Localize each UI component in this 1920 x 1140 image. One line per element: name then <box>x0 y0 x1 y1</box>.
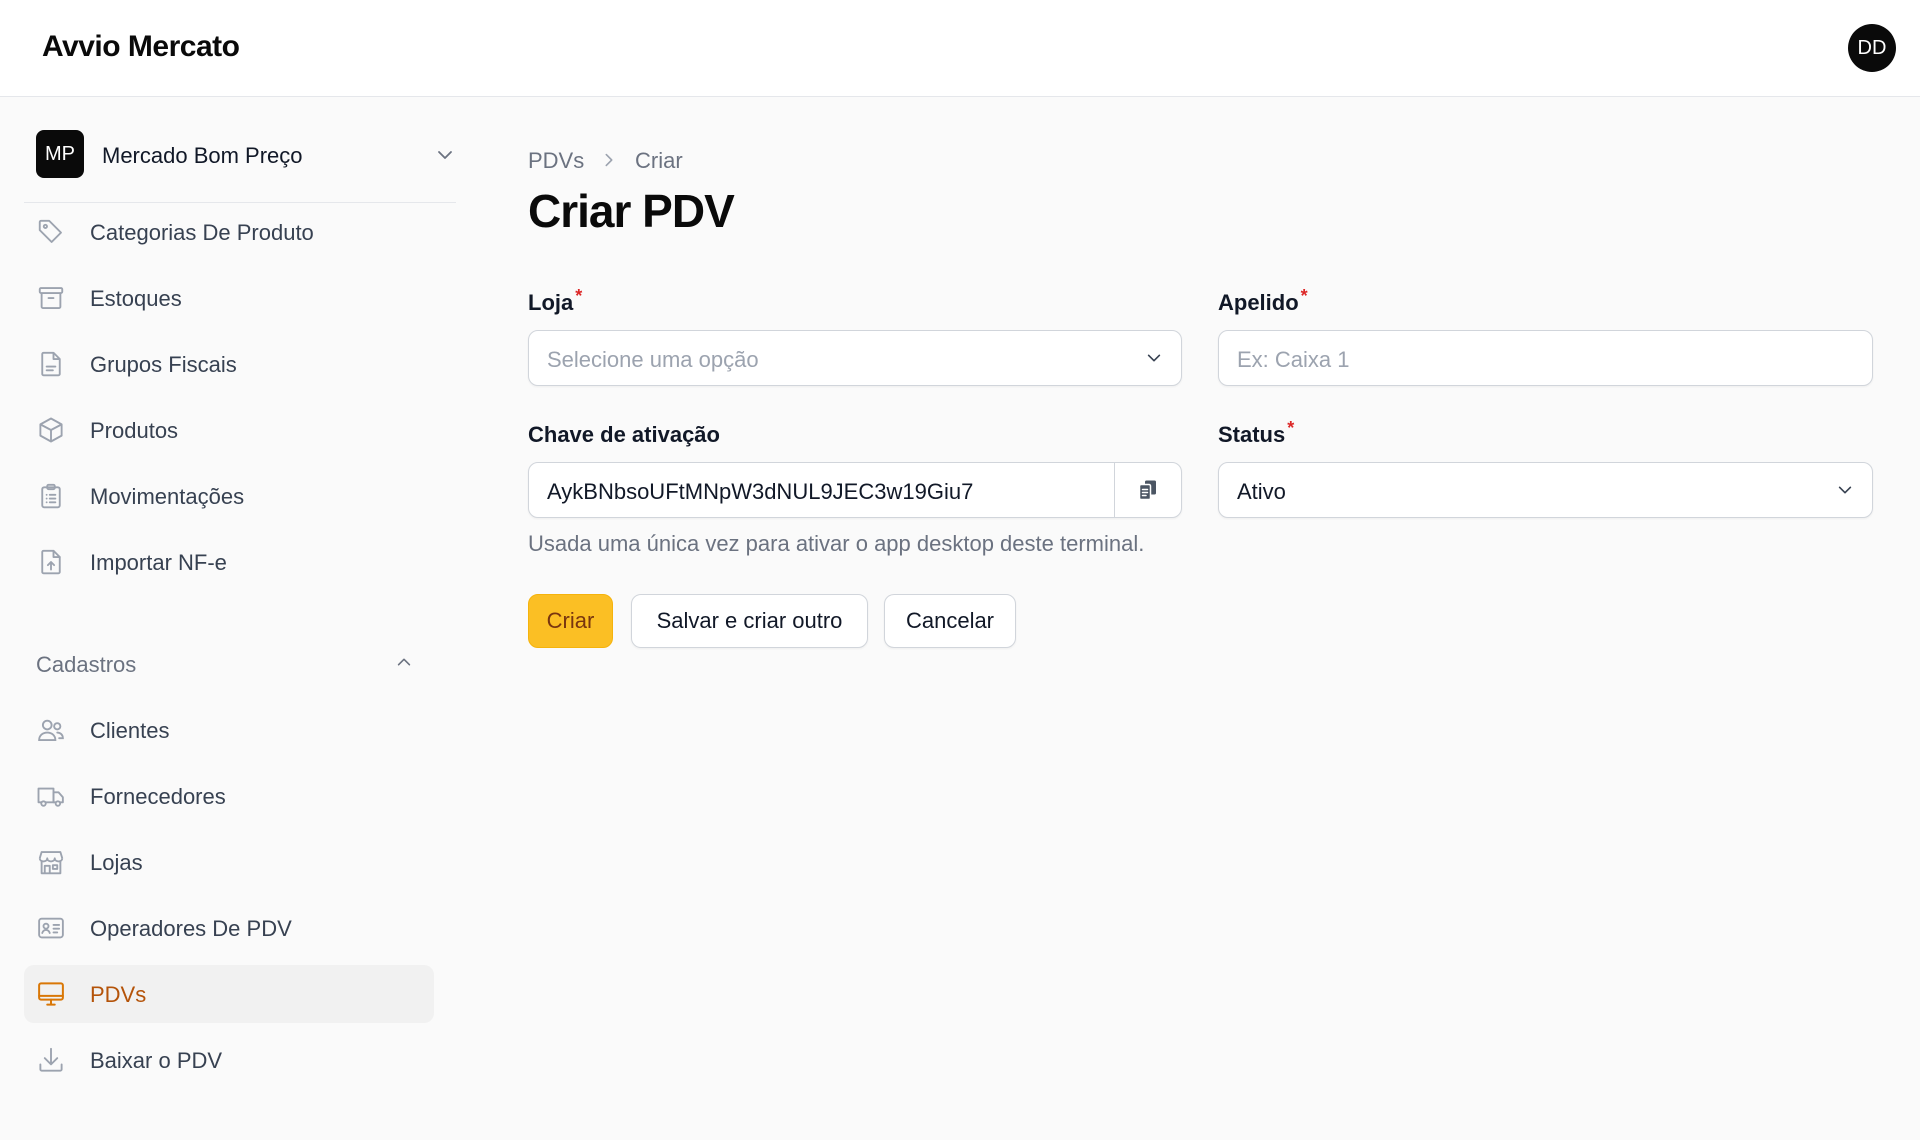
chevron-down-icon <box>1145 349 1163 367</box>
sidebar-group-label: Cadastros <box>36 652 137 677</box>
cancel-button[interactable]: Cancelar <box>884 594 1016 648</box>
status-select-value: Ativo <box>1237 479 1286 504</box>
sidebar-item-label: Produtos <box>90 418 179 443</box>
apelido-label: Apelido * <box>1218 286 1308 316</box>
page-title: Criar PDV <box>528 185 735 237</box>
sidebar-item-label: PDVs <box>90 982 147 1007</box>
required-mark: * <box>1300 286 1308 306</box>
sidebar-item-label: Fornecedores <box>90 784 226 809</box>
save-and-create-another-button[interactable]: Salvar e criar outro <box>631 594 868 648</box>
storefront-icon <box>36 847 66 877</box>
breadcrumb-current: Criar <box>635 148 683 173</box>
copy-button[interactable] <box>1115 463 1181 517</box>
users-icon <box>36 715 66 745</box>
sidebar-item-estoques[interactable]: Estoques <box>24 269 434 327</box>
chevron-down-icon <box>1836 481 1854 499</box>
id-card-icon <box>36 913 66 943</box>
sidebar-item-label: Movimentações <box>90 484 245 509</box>
sidebar-item-label: Baixar o PDV <box>90 1048 223 1073</box>
create-button[interactable]: Criar <box>528 594 613 648</box>
cube-icon <box>36 415 66 445</box>
sidebar-item-lojas[interactable]: Lojas <box>24 833 434 891</box>
sidebar-item-label: Operadores De PDV <box>90 916 292 941</box>
document-upload-icon <box>36 547 66 577</box>
sidebar: MP Mercado Bom Preço Categorias De Produ… <box>0 97 460 1140</box>
chevron-right-icon <box>600 151 618 169</box>
sidebar-item-label: Clientes <box>90 718 170 743</box>
monitor-icon <box>36 979 66 1009</box>
loja-select-placeholder: Selecione uma opção <box>547 347 759 372</box>
breadcrumb-link-pdvs[interactable]: PDVs <box>528 148 584 174</box>
sidebar-item-label: Grupos Fiscais <box>90 352 237 377</box>
apelido-input-placeholder: Ex: Caixa 1 <box>1237 347 1350 372</box>
status-label: Status * <box>1218 418 1294 448</box>
top-bar: Avvio Mercato DD <box>0 0 1920 97</box>
clipboard-list-icon <box>36 481 66 511</box>
tag-icon <box>36 217 66 247</box>
chave-input[interactable]: AykBNbsoUFtMNpW3dNUL9JEC3w19Giu7 <box>528 462 1182 518</box>
brand-logo[interactable]: Avvio Mercato <box>42 30 240 64</box>
sidebar-item-label: Estoques <box>90 286 182 311</box>
chave-label: Chave de ativação <box>528 422 720 447</box>
tenant-avatar: MP <box>36 130 84 178</box>
sidebar-group-cadastros[interactable]: Cadastros <box>24 637 420 687</box>
sidebar-item-label: Importar NF-e <box>90 550 227 575</box>
sidebar-item-pdvs[interactable]: PDVs <box>24 965 434 1023</box>
apelido-label-text: Apelido <box>1218 290 1299 315</box>
chave-input-value: AykBNbsoUFtMNpW3dNUL9JEC3w19Giu7 <box>547 479 974 504</box>
sidebar-item-operadores[interactable]: Operadores De PDV <box>24 899 434 957</box>
loja-label-text: Loja <box>528 290 574 315</box>
tenant-name: Mercado Bom Preço <box>102 143 303 168</box>
sidebar-item-label: Lojas <box>90 850 143 875</box>
loja-select[interactable]: Selecione uma opção <box>528 330 1182 386</box>
sidebar-item-importar-nfe[interactable]: Importar NF-e <box>24 533 434 591</box>
apelido-input[interactable]: Ex: Caixa 1 <box>1218 330 1873 386</box>
chave-helper-text: Usada uma única vez para ativar o app de… <box>528 531 1145 556</box>
user-avatar[interactable]: DD <box>1848 24 1896 72</box>
tenant-switcher[interactable]: MP Mercado Bom Preço <box>24 121 456 203</box>
chevron-up-icon <box>395 653 413 671</box>
sidebar-item-movimentacoes[interactable]: Movimentações <box>24 467 434 525</box>
document-icon <box>36 349 66 379</box>
sidebar-item-fornecedores[interactable]: Fornecedores <box>24 767 434 825</box>
sidebar-item-grupos-fiscais[interactable]: Grupos Fiscais <box>24 335 434 393</box>
required-mark: * <box>1287 418 1295 438</box>
loja-label: Loja * <box>528 286 582 316</box>
sidebar-item-categorias[interactable]: Categorias De Produto <box>24 203 434 261</box>
chevron-down-icon <box>435 145 455 165</box>
sidebar-item-baixar-pdv[interactable]: Baixar o PDV <box>24 1031 434 1089</box>
sidebar-item-produtos[interactable]: Produtos <box>24 401 434 459</box>
truck-icon <box>36 781 66 811</box>
download-icon <box>36 1045 66 1075</box>
status-label-text: Status <box>1218 422 1286 447</box>
status-select[interactable]: Ativo <box>1218 462 1873 518</box>
sidebar-item-clientes[interactable]: Clientes <box>24 701 434 759</box>
archive-box-icon <box>36 283 66 313</box>
required-mark: * <box>575 286 583 306</box>
sidebar-item-label: Categorias De Produto <box>90 220 314 245</box>
